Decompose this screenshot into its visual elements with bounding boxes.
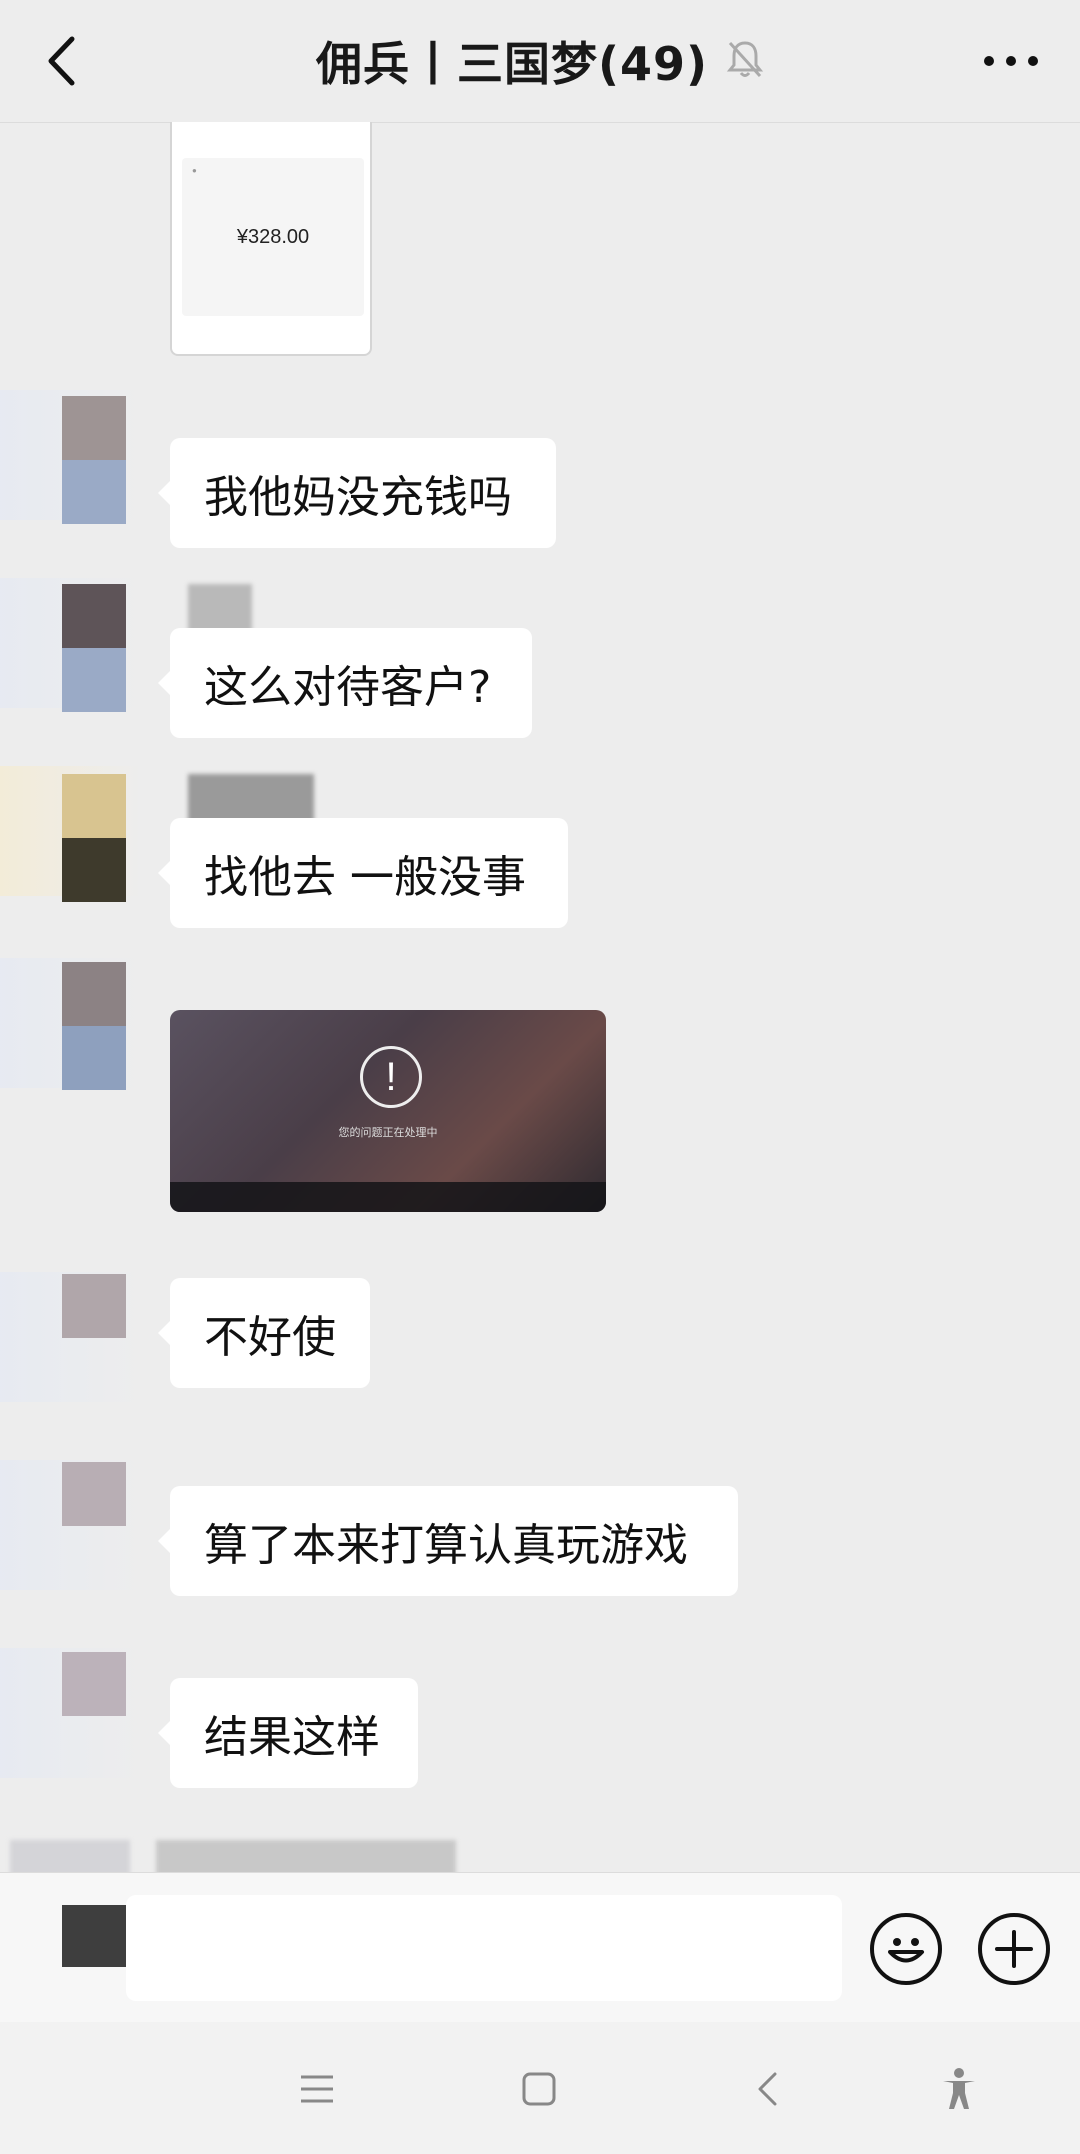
avatar[interactable] <box>62 1462 126 1526</box>
receipt-merchant-dot: ● <box>192 166 197 175</box>
message-text: 结果这样 <box>204 1712 380 1763</box>
message-bubble[interactable]: 找他去 一般没事 <box>158 818 568 928</box>
title-group[interactable]: 佣兵丨三国梦(49) <box>316 28 764 94</box>
accessibility-icon[interactable] <box>934 2064 984 2114</box>
message-text: 我他妈没充钱吗 <box>204 472 512 523</box>
message-input[interactable] <box>126 1895 842 2001</box>
image-caption: 您的问题正在处理中 <box>338 1126 438 1139</box>
message-bubble[interactable]: 这么对待客户? <box>158 628 532 738</box>
message-bubble[interactable]: 我他妈没充钱吗 <box>158 438 556 548</box>
message-composer <box>0 1872 1080 2023</box>
back-nav-icon[interactable] <box>742 2064 792 2114</box>
home-icon[interactable] <box>514 2064 564 2114</box>
payment-receipt-image[interactable]: ● ¥328.00 <box>170 122 372 356</box>
image-bottom-bar <box>170 1182 606 1212</box>
chat-header: 佣兵丨三国梦(49) <box>0 0 1080 123</box>
more-icon[interactable] <box>976 34 1046 88</box>
message-text: 找他去 一般没事 <box>204 852 526 903</box>
system-nav-bar <box>0 2022 1080 2154</box>
plus-icon[interactable] <box>978 1913 1050 1985</box>
message-text: 不好使 <box>204 1312 336 1363</box>
message-bubble[interactable]: 结果这样 <box>158 1678 418 1788</box>
avatar[interactable] <box>62 396 126 524</box>
menu-icon[interactable] <box>292 2064 342 2114</box>
message-text: 算了本来打算认真玩游戏 <box>204 1520 688 1571</box>
message-text: 这么对待客户? <box>204 662 492 713</box>
message-bubble[interactable]: 不好使 <box>158 1278 370 1388</box>
avatar[interactable] <box>62 1274 126 1338</box>
game-screenshot-image[interactable]: ! 您的问题正在处理中 <box>170 1010 606 1212</box>
emoji-icon[interactable] <box>870 1913 942 1985</box>
chat-title: 佣兵丨三国梦(49) <box>315 37 709 91</box>
avatar[interactable] <box>62 774 126 902</box>
mute-bell-icon <box>726 39 764 83</box>
blurred-region <box>10 1840 130 1872</box>
message-bubble[interactable]: 算了本来打算认真玩游戏 <box>158 1486 738 1596</box>
avatar[interactable] <box>62 962 126 1090</box>
warning-icon: ! <box>360 1046 422 1108</box>
avatar[interactable] <box>62 1652 126 1716</box>
sender-name-blurred <box>156 1840 456 1872</box>
receipt-amount: ¥328.00 <box>236 226 310 248</box>
back-icon[interactable] <box>34 34 88 88</box>
message-list[interactable]: ● ¥328.00 我他妈没充钱吗 这么对待客户? 找他去 一般没事 ! 您的问… <box>0 122 1080 1872</box>
avatar <box>62 1905 126 1967</box>
avatar[interactable] <box>62 584 126 712</box>
receipt-card: ● ¥328.00 <box>182 158 364 316</box>
